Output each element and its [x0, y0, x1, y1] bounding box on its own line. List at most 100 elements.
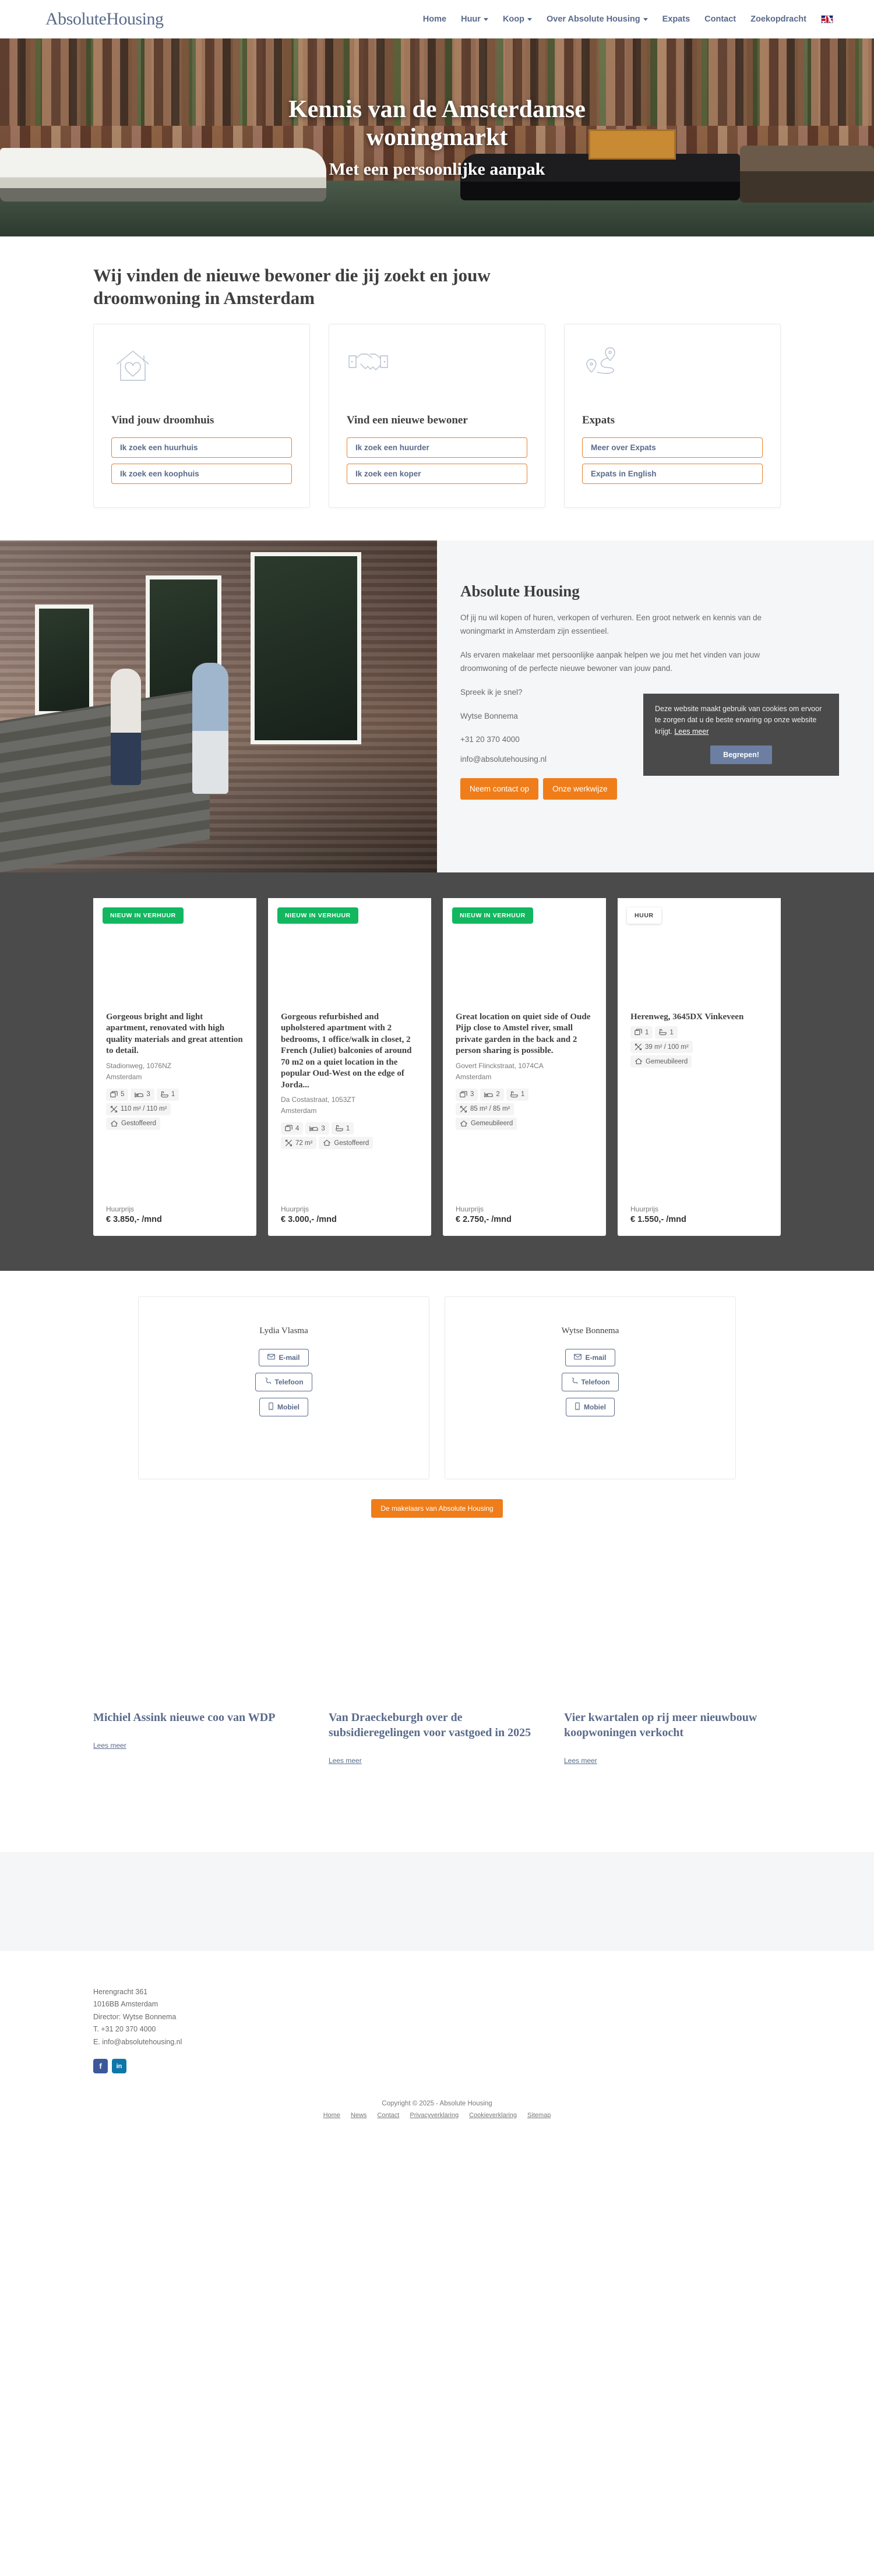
- cookie-accept-button[interactable]: Begrepen!: [710, 745, 772, 765]
- property-furnishing: Gestoffeerd: [319, 1137, 373, 1150]
- contact-button[interactable]: Neem contact op: [460, 778, 539, 800]
- property-card[interactable]: NIEUW IN VERHUUR Great location on quiet …: [443, 897, 606, 1236]
- property-title[interactable]: Gorgeous refurbished and upholstered apa…: [281, 1012, 418, 1091]
- service-card-button[interactable]: Meer over Expats: [582, 437, 763, 458]
- property-furnishing: Gemeubileerd: [456, 1117, 517, 1130]
- property-photo: NIEUW IN VERHUUR: [443, 897, 606, 1012]
- property-card[interactable]: NIEUW IN VERHUUR Gorgeous bright and ligh…: [93, 897, 256, 1236]
- service-card: Vind jouw droomhuis Ik zoek een huurhuis I…: [93, 323, 310, 508]
- property-area-value: 72 m²: [295, 1139, 313, 1147]
- facebook-icon[interactable]: f: [93, 2059, 108, 2073]
- nav-item-over-absolute-housing[interactable]: Over Absolute Housing: [547, 15, 648, 24]
- property-address-city: Amsterdam: [106, 1072, 142, 1081]
- linkedin-icon[interactable]: in: [112, 2059, 126, 2073]
- social-links: f in: [93, 2059, 781, 2073]
- property-card[interactable]: HUUR Herenweg, 3645DX Vinkeveen 1 1 39 m² / …: [618, 897, 781, 1236]
- property-address-street: Stadionweg, 1076NZ: [106, 1061, 172, 1070]
- agent-button-label: E-mail: [279, 1353, 300, 1362]
- news-read-more-link[interactable]: Lees meer: [93, 1741, 310, 1750]
- property-area-value: 110 m² / 110 m²: [121, 1105, 167, 1113]
- nav-item-label: Expats: [662, 15, 690, 24]
- agent-button-label: Mobiel: [277, 1402, 299, 1411]
- uk-flag-icon[interactable]: [821, 15, 833, 23]
- about-photo-person-left: [111, 668, 141, 785]
- footer-link-home[interactable]: Home: [323, 2112, 340, 2119]
- about-paragraph-1: Of jij nu wil kopen of huren, verkopen o…: [460, 613, 762, 636]
- service-card-title: Vind jouw droomhuis: [111, 414, 214, 426]
- site-footer: Herengracht 361 1016BB Amsterdam Director:…: [0, 1950, 874, 2093]
- main-navigation: Home Huur Koop Over Absolute Housing Expats C…: [423, 15, 839, 24]
- house-heart-icon: [111, 344, 292, 387]
- our-approach-button[interactable]: Onze werkwijze: [543, 778, 617, 800]
- property-card[interactable]: NIEUW IN VERHUUR Gorgeous refurbished and…: [268, 897, 431, 1236]
- property-title[interactable]: Gorgeous bright and light apartment, ren…: [106, 1012, 244, 1057]
- property-address-street: Da Costastraat, 1053ZT: [281, 1096, 356, 1104]
- area-icon: [460, 1105, 467, 1113]
- nav-item-huur[interactable]: Huur: [461, 15, 488, 24]
- footer-address-line: Herengracht 361: [93, 1987, 148, 1996]
- property-feature-value: 1: [171, 1091, 175, 1098]
- service-card-title: Expats: [582, 414, 615, 426]
- nav-item-koop[interactable]: Koop: [503, 15, 532, 24]
- agent-e-mail-button[interactable]: E-mail: [565, 1348, 615, 1366]
- property-feature-value: 3: [146, 1091, 150, 1098]
- property-feature: 4: [281, 1122, 304, 1135]
- agent-mobiel-button[interactable]: Mobiel: [259, 1397, 308, 1416]
- property-feature-value: 5: [121, 1091, 125, 1098]
- bed-icon: [135, 1091, 144, 1098]
- property-title[interactable]: Great location on quiet side of Oude Pij…: [456, 1012, 593, 1057]
- hero-title: Kennis van de Amsterdamse woningmarkt: [288, 96, 586, 151]
- bed-icon: [309, 1125, 319, 1132]
- all-agents-button[interactable]: De makelaars van Absolute Housing: [371, 1499, 503, 1518]
- nav-item-expats[interactable]: Expats: [662, 15, 690, 24]
- agent-mobiel-button[interactable]: Mobiel: [566, 1397, 615, 1416]
- chevron-down-icon: [643, 17, 648, 21]
- service-card-button[interactable]: Ik zoek een koper: [347, 463, 527, 484]
- footer-address: Herengracht 361 1016BB Amsterdam Director:…: [93, 1986, 781, 2049]
- service-card-button[interactable]: Ik zoek een huurder: [347, 437, 527, 458]
- furnish-icon: [635, 1058, 643, 1065]
- agent-card: Wytse Bonnema E-mail Telefoon Mobiel: [445, 1296, 736, 1479]
- hero-subtitle: Met een persoonlijke aanpak: [329, 160, 545, 179]
- cookie-consent-text: Deze website maakt gebruik van cookies o…: [655, 704, 827, 737]
- property-feature-value: 1: [645, 1029, 649, 1036]
- news-read-more-link[interactable]: Lees meer: [564, 1757, 781, 1765]
- cookie-read-more-link[interactable]: Lees meer: [674, 727, 709, 736]
- property-price-label: Huurprijs: [456, 1204, 484, 1213]
- nav-item-label: Huur: [461, 15, 481, 24]
- services-heading: Wij vinden de nieuwe bewoner die jij zoe…: [93, 265, 491, 308]
- property-feature: 1: [156, 1088, 179, 1101]
- nav-item-contact[interactable]: Contact: [704, 15, 736, 24]
- news-read-more-link[interactable]: Lees meer: [329, 1757, 545, 1765]
- property-price-value: € 3.850,- /mnd: [106, 1214, 162, 1224]
- property-feature-value: 2: [496, 1091, 500, 1098]
- news-title[interactable]: Michiel Assink nieuwe coo van WDP: [93, 1710, 310, 1725]
- footer-link-privacyverklaring[interactable]: Privacyverklaring: [410, 2112, 459, 2119]
- property-area: 85 m² / 85 m²: [456, 1103, 514, 1115]
- footer-link-contact[interactable]: Contact: [377, 2112, 399, 2119]
- property-furnishing-value: Gestoffeerd: [121, 1120, 156, 1128]
- service-card-button[interactable]: Ik zoek een koophuis: [111, 463, 292, 484]
- footer-link-cookieverklaring[interactable]: Cookieverklaring: [469, 2112, 517, 2119]
- furnish-icon: [323, 1139, 331, 1147]
- property-title[interactable]: Herenweg, 3645DX Vinkeveen: [630, 1012, 768, 1023]
- news-title[interactable]: Van Draeckeburgh over de subsidieregelin…: [329, 1710, 545, 1740]
- footer-link-news[interactable]: News: [351, 2112, 367, 2119]
- agent-telefoon-button[interactable]: Telefoon: [562, 1372, 619, 1391]
- property-status-badge: NIEUW IN VERHUUR: [103, 907, 184, 924]
- nav-item-zoekopdracht[interactable]: Zoekopdracht: [750, 15, 806, 24]
- property-listings-grid: NIEUW IN VERHUUR Gorgeous bright and ligh…: [93, 897, 781, 1236]
- agent-telefoon-button[interactable]: Telefoon: [255, 1372, 312, 1391]
- mobile-icon: [575, 1402, 580, 1412]
- footer-link-sitemap[interactable]: Sitemap: [527, 2112, 551, 2119]
- agent-button-label: Telefoon: [274, 1377, 304, 1386]
- agent-e-mail-button[interactable]: E-mail: [259, 1348, 309, 1366]
- agent-card: Lydia Vlasma E-mail Telefoon Mobiel: [138, 1296, 429, 1479]
- about-photo-person-right: [192, 662, 228, 794]
- site-logo[interactable]: AbsoluteHousing: [35, 9, 164, 29]
- agent-button-label: Mobiel: [584, 1402, 606, 1411]
- nav-item-home[interactable]: Home: [423, 15, 446, 24]
- news-title[interactable]: Vier kwartalen op rij meer nieuwbouw koo…: [564, 1710, 781, 1740]
- service-card-button[interactable]: Expats in English: [582, 463, 763, 484]
- service-card-button[interactable]: Ik zoek een huurhuis: [111, 437, 292, 458]
